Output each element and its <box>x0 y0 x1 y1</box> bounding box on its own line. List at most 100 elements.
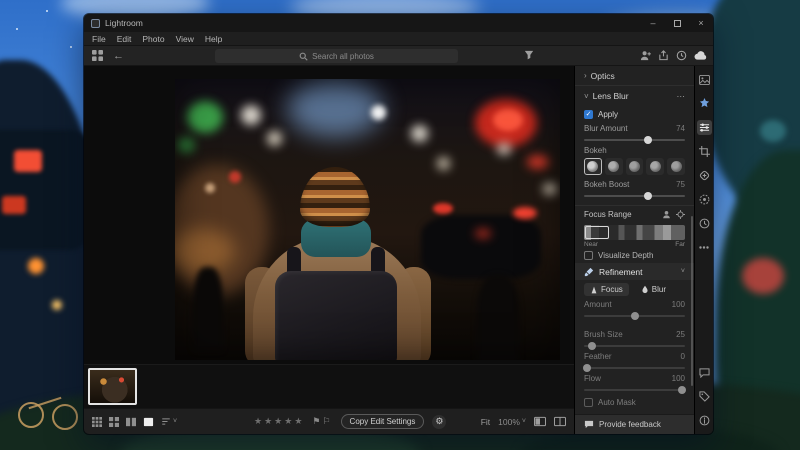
close-icon: × <box>698 18 703 28</box>
zoom-level-dropdown[interactable]: 100% ˅ <box>498 417 526 427</box>
apply-checkbox[interactable]: ✓ <box>584 110 593 119</box>
point-focus-icon[interactable] <box>676 210 685 219</box>
provide-feedback-button[interactable]: Provide feedback <box>575 414 694 434</box>
brush-icon <box>584 267 594 277</box>
menu-photo[interactable]: Photo <box>142 34 164 44</box>
back-arrow-icon[interactable]: ← <box>113 50 124 62</box>
flowers <box>742 258 784 294</box>
apply-row[interactable]: ✓ Apply <box>575 106 694 122</box>
compare-view-icon[interactable] <box>126 417 136 427</box>
filmstrip[interactable] <box>84 364 574 408</box>
apply-label: Apply <box>598 110 618 119</box>
keywords-rail-icon[interactable] <box>697 389 712 404</box>
zoom-fit-button[interactable]: Fit <box>481 417 490 427</box>
feather-slider[interactable] <box>584 362 685 373</box>
sort-menu[interactable]: ˅ <box>161 417 177 426</box>
healing-rail-icon[interactable] <box>697 168 712 183</box>
subject-focus-icon[interactable] <box>662 210 671 219</box>
bokeh-bubble-button[interactable] <box>605 158 623 175</box>
show-original-icon[interactable] <box>534 416 546 427</box>
refinement-section-header[interactable]: Refinement ˅ <box>575 263 694 280</box>
lamp-glow <box>52 300 62 310</box>
bicycle-wheel <box>52 404 78 430</box>
detail-view-icon[interactable] <box>143 417 154 427</box>
reject-flag-icon: ⚐ <box>322 416 332 426</box>
menu-edit[interactable]: Edit <box>117 34 132 44</box>
presets-rail-icon[interactable] <box>697 96 712 111</box>
right-rail <box>694 66 713 434</box>
red-beanie-person <box>229 171 241 183</box>
depth-range-strip[interactable] <box>584 225 685 240</box>
brush-size-slider[interactable] <box>584 340 685 351</box>
star-rating[interactable]: ★★★★★ <box>254 416 304 427</box>
info-rail-icon[interactable] <box>697 413 712 428</box>
bokeh-options <box>575 156 694 179</box>
bokeh-cateye-button[interactable] <box>667 158 685 175</box>
bokeh-boost-value: 75 <box>676 180 685 189</box>
amount-slider[interactable] <box>584 310 685 321</box>
blur-brush-label: Blur <box>652 285 666 294</box>
panel-scrollbar[interactable] <box>691 216 693 386</box>
taillight <box>475 229 491 238</box>
visualize-depth-label: Visualize Depth <box>598 251 653 260</box>
close-button[interactable]: × <box>689 14 713 32</box>
search-placeholder: Search all photos <box>312 52 374 61</box>
grid-view-icon[interactable] <box>92 50 103 61</box>
depth-selection[interactable] <box>585 226 609 239</box>
copy-edit-settings-button[interactable]: Copy Edit Settings <box>341 414 425 429</box>
filmstrip-thumbnail-selected[interactable] <box>88 368 137 405</box>
bokeh-white <box>411 125 428 142</box>
photo-canvas[interactable] <box>84 66 574 364</box>
visualize-depth-checkbox[interactable] <box>584 251 593 260</box>
flag-controls[interactable]: ⚑⚐ <box>312 416 332 427</box>
sync-status-icon[interactable] <box>676 50 687 61</box>
amount-label: Amount <box>584 300 612 309</box>
sky-glow <box>287 79 383 137</box>
feedback-bubble-icon <box>584 420 594 429</box>
focus-brush-button[interactable]: Focus <box>584 283 629 296</box>
edit-rail-icon-selected[interactable] <box>697 120 712 135</box>
settings-gear-button[interactable]: ⚙ <box>432 415 446 429</box>
bokeh-circle-button[interactable] <box>584 158 602 175</box>
main-photo[interactable] <box>175 79 560 360</box>
bokeh-boost-slider[interactable] <box>584 190 685 201</box>
maximize-button[interactable] <box>665 14 689 32</box>
bokeh-ring-button[interactable] <box>646 158 664 175</box>
optics-section-header[interactable]: › Optics <box>575 66 694 86</box>
bokeh-boost-label: Bokeh Boost <box>584 180 629 189</box>
menu-file[interactable]: File <box>92 34 106 44</box>
bokeh-blade-button[interactable] <box>626 158 644 175</box>
grid-small-view-icon[interactable] <box>92 417 102 427</box>
overflow-menu-icon[interactable]: ⋯ <box>677 91 686 102</box>
search-input[interactable]: Search all photos <box>215 49 458 63</box>
versions-rail-icon[interactable] <box>697 216 712 231</box>
minimize-button[interactable]: – <box>641 14 665 32</box>
grid-large-view-icon[interactable] <box>109 417 119 427</box>
blur-amount-slider[interactable] <box>584 134 685 145</box>
share-icon[interactable] <box>658 50 669 61</box>
bokeh-white <box>497 143 511 155</box>
visualize-depth-row[interactable]: Visualize Depth <box>575 248 694 263</box>
bokeh-green <box>177 137 195 153</box>
flow-slider[interactable] <box>584 384 685 395</box>
bokeh-green <box>187 101 223 133</box>
auto-mask-checkbox[interactable] <box>584 398 593 407</box>
add-people-icon[interactable] <box>640 50 651 61</box>
split-view-icon[interactable] <box>554 416 566 427</box>
masking-rail-icon[interactable] <box>697 192 712 207</box>
more-tools-rail-icon[interactable] <box>697 240 712 255</box>
menu-help[interactable]: Help <box>205 34 222 44</box>
photos-rail-icon[interactable] <box>697 72 712 87</box>
auto-mask-row[interactable]: Auto Mask <box>575 395 694 410</box>
auto-mask-label: Auto Mask <box>598 398 636 407</box>
titlebar[interactable]: Lightroom – × <box>84 14 713 32</box>
filter-icon[interactable] <box>524 50 534 60</box>
cloud-icon[interactable] <box>694 50 707 61</box>
menu-view[interactable]: View <box>176 34 194 44</box>
pedestrian-silhouette <box>193 267 223 351</box>
lens-blur-section-header[interactable]: ˅ Lens Blur ⋯ <box>575 86 694 106</box>
activity-rail-icon[interactable] <box>697 365 712 380</box>
minimize-icon: – <box>650 18 655 28</box>
crop-rail-icon[interactable] <box>697 144 712 159</box>
blur-brush-button[interactable]: Blur <box>635 283 672 296</box>
